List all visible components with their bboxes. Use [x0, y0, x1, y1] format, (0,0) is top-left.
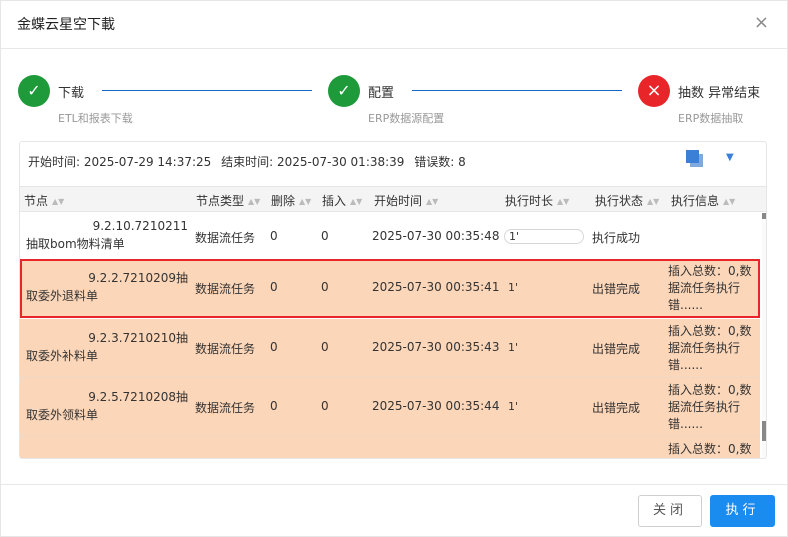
chevron-down-icon[interactable]: ▼: [726, 152, 734, 163]
sort-icon[interactable]: ▲▼: [647, 197, 659, 205]
table-body: 9.2.10.7210211 抽取bom物料清单 数据流任务 0 0 2025-…: [20, 213, 760, 458]
delete-cell: 0: [270, 399, 278, 413]
error-icon: ×: [638, 75, 670, 107]
type-cell: 数据流任务: [195, 401, 256, 415]
scrollbar-thumb[interactable]: [762, 421, 766, 441]
column-header-status[interactable]: 执行状态 ▲▼: [595, 192, 659, 209]
download-dialog: 金蝶云星空下載 × ✓ 下载 ETL和报表下载 ✓ 配置 ERP数据源配置 × …: [0, 0, 788, 537]
duration-cell: 1': [504, 229, 584, 244]
delete-cell: 0: [270, 280, 278, 294]
info-cell: 插入总数：0,数据流任务执行错......: [668, 324, 752, 372]
insert-cell: 0: [321, 340, 329, 354]
progress-steps: ✓ 下载 ETL和报表下载 ✓ 配置 ERP数据源配置 × 抽数 异常结束 ER…: [1, 49, 787, 139]
footer-divider: [1, 484, 787, 485]
status-cell: 出错完成: [592, 401, 641, 415]
info-cell: 插入总数：0,数: [668, 442, 752, 456]
start-time-cell: 2025-07-30 00:35:44: [372, 399, 500, 413]
table-row[interactable]: 9.2.2.7210209抽 取委外退料单 数据流任务 0 0 2025-07-…: [20, 259, 760, 318]
column-header-duration[interactable]: 执行时长 ▲▼: [505, 192, 569, 209]
end-time: 结束时间: 2025-07-30 01:38:39: [221, 155, 405, 169]
start-time-cell: 2025-07-30 00:35:43: [372, 340, 500, 354]
dialog-title: 金蝶云星空下載: [17, 17, 115, 33]
node-cell: 9.2.2.7210209抽 取委外退料单: [26, 271, 188, 303]
step-title-download: 下载: [58, 86, 85, 101]
insert-cell: 0: [321, 399, 329, 413]
delete-cell: 0: [270, 229, 278, 243]
step-subtitle-extract: ERP数据抽取: [678, 112, 744, 125]
type-cell: 数据流任务: [195, 342, 256, 356]
node-cell: 9.2.5.7210208抽 取委外领料单: [26, 390, 188, 422]
sort-icon[interactable]: ▲▼: [248, 197, 260, 205]
table-scrollbar[interactable]: [762, 213, 766, 458]
sort-icon[interactable]: ▲▼: [350, 197, 362, 205]
step-title-config: 配置: [368, 86, 395, 101]
table-row[interactable]: 9.2.3.7210210抽 取委外补料单 数据流任务 0 0 2025-07-…: [20, 319, 760, 378]
step-connector: [102, 90, 312, 91]
start-time-cell: 2025-07-30 00:35:41: [372, 280, 500, 294]
duration-cell: 1': [508, 281, 519, 294]
sort-icon[interactable]: ▲▼: [723, 197, 735, 205]
step-subtitle-config: ERP数据源配置: [368, 112, 445, 125]
duration-cell: 1': [508, 400, 519, 413]
check-icon: ✓: [328, 75, 360, 107]
status-cell: 出错完成: [592, 282, 641, 296]
column-header-type[interactable]: 节点类型 ▲▼: [196, 192, 260, 209]
info-cell: 插入总数：0,数据流任务执行错......: [668, 264, 752, 312]
node-cell: 9.2.10.7210211 抽取bom物料清单: [26, 219, 188, 251]
error-count: 错误数: 8: [414, 155, 466, 169]
delete-cell: 0: [270, 340, 278, 354]
sort-icon[interactable]: ▲▼: [52, 197, 64, 205]
status-cell: 出错完成: [592, 342, 641, 356]
table-header: 节点 ▲▼ 节点类型 ▲▼ 删除 ▲▼ 插入 ▲▼ 开始时间 ▲▼ 执行时长 ▲▼ 执行状态…: [20, 186, 766, 212]
type-cell: 数据流任务: [195, 231, 256, 245]
type-cell: 数据流任务: [195, 282, 256, 296]
start-time: 开始时间: 2025-07-29 14:37:25: [28, 155, 212, 169]
run-result-panel: 开始时间: 2025-07-29 14:37:25 结束时间: 2025-07-…: [19, 141, 767, 459]
table-row[interactable]: 插入总数：0,数: [20, 437, 760, 458]
sort-icon[interactable]: ▲▼: [557, 197, 569, 205]
sort-icon[interactable]: ▲▼: [299, 197, 311, 205]
run-button[interactable]: 执行: [710, 495, 775, 527]
step-title-extract: 抽数 异常结束: [678, 86, 761, 101]
column-header-delete[interactable]: 删除 ▲▼: [271, 192, 311, 209]
info-cell: 插入总数：0,数据流任务执行错......: [668, 383, 752, 431]
column-header-start-time[interactable]: 开始时间 ▲▼: [374, 192, 438, 209]
copy-icon[interactable]: [686, 150, 704, 168]
status-cell: 执行成功: [592, 231, 641, 245]
duration-cell: 1': [508, 341, 519, 354]
sort-icon[interactable]: ▲▼: [426, 197, 438, 205]
insert-cell: 0: [321, 229, 329, 243]
insert-cell: 0: [321, 280, 329, 294]
scrollbar-thumb[interactable]: [762, 213, 766, 219]
node-cell: 9.2.3.7210210抽 取委外补料单: [26, 331, 188, 363]
step-connector: [412, 90, 622, 91]
check-icon: ✓: [18, 75, 50, 107]
column-header-info[interactable]: 执行信息 ▲▼: [671, 192, 735, 209]
table-row[interactable]: 9.2.5.7210208抽 取委外领料单 数据流任务 0 0 2025-07-…: [20, 378, 760, 437]
run-summary: 开始时间: 2025-07-29 14:37:25 结束时间: 2025-07-…: [28, 153, 472, 170]
close-button[interactable]: 关闭: [638, 495, 702, 527]
close-icon[interactable]: ×: [754, 13, 769, 33]
step-subtitle-download: ETL和报表下载: [58, 112, 133, 125]
column-header-node[interactable]: 节点 ▲▼: [24, 192, 64, 209]
dialog-title-bar: 金蝶云星空下載 ×: [1, 1, 787, 49]
column-header-insert[interactable]: 插入 ▲▼: [322, 192, 362, 209]
start-time-cell: 2025-07-30 00:35:48: [372, 229, 500, 243]
